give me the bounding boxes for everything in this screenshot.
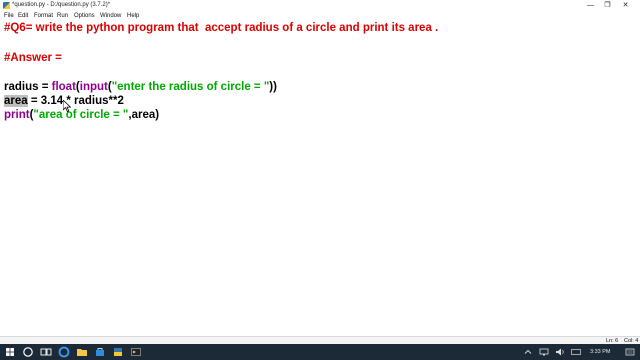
code-comment-question: #Q6= write the python program that accep… (4, 22, 439, 34)
token-radius: radius (4, 81, 39, 93)
python-idle-taskbar-icon[interactable] (110, 344, 126, 360)
menu-format[interactable]: Format (34, 11, 53, 21)
token-args: ,area) (128, 109, 160, 121)
tray-chevron-icon[interactable] (520, 344, 536, 360)
token-assign: = (38, 81, 52, 93)
taskbar: 3:33 PM (0, 344, 640, 360)
python-shell-taskbar-icon[interactable] (128, 344, 144, 360)
notifications-icon[interactable] (622, 344, 638, 360)
token-float: float (51, 81, 76, 93)
code-editor[interactable]: #Q6= write the python program that accep… (0, 21, 640, 336)
keyboard-icon[interactable] (568, 344, 584, 360)
windows-start-icon[interactable] (2, 344, 18, 360)
clock[interactable]: 3:33 PM (590, 344, 610, 360)
window-title: *question.py - D:/question.py (3.7.2)* (12, 2, 111, 8)
volume-icon[interactable] (552, 344, 568, 360)
token-close: )) (269, 81, 277, 93)
token-input: input (79, 81, 108, 93)
minimize-button[interactable]: — (583, 0, 598, 11)
close-button[interactable]: ✕ (618, 0, 633, 11)
task-view-icon[interactable] (38, 344, 54, 360)
edge-browser-icon[interactable] (56, 344, 72, 360)
title-bar: *question.py - D:/question.py (3.7.2)* —… (0, 0, 640, 11)
search-icon[interactable] (20, 344, 36, 360)
token-expression: = 3.14 * radius**2 (27, 95, 124, 107)
menu-options[interactable]: Options (74, 11, 95, 21)
maximize-button[interactable]: ❐ (600, 0, 615, 11)
menu-run[interactable]: Run (57, 11, 68, 21)
python-idle-icon (3, 2, 10, 9)
code-comment-answer: #Answer = (4, 52, 62, 64)
selected-text-area: area (4, 95, 28, 107)
menu-bar: File Edit Format Run Options Window Help (0, 11, 640, 21)
store-icon[interactable] (92, 344, 108, 360)
file-explorer-icon[interactable] (74, 344, 90, 360)
token-string: "enter the radius of circle = " (111, 81, 270, 93)
menu-window[interactable]: Window (100, 11, 121, 21)
token-string: "area of circle = " (33, 109, 129, 121)
token-print: print (4, 109, 30, 121)
code-line-print: print("area of circle = ",area) (4, 108, 159, 122)
mouse-pointer-icon (63, 100, 71, 112)
menu-file[interactable]: File (4, 11, 14, 21)
menu-edit[interactable]: Edit (18, 11, 28, 21)
code-line-radius: radius = float(input("enter the radius o… (4, 80, 277, 94)
menu-help[interactable]: Help (127, 11, 139, 21)
network-icon[interactable] (536, 344, 552, 360)
